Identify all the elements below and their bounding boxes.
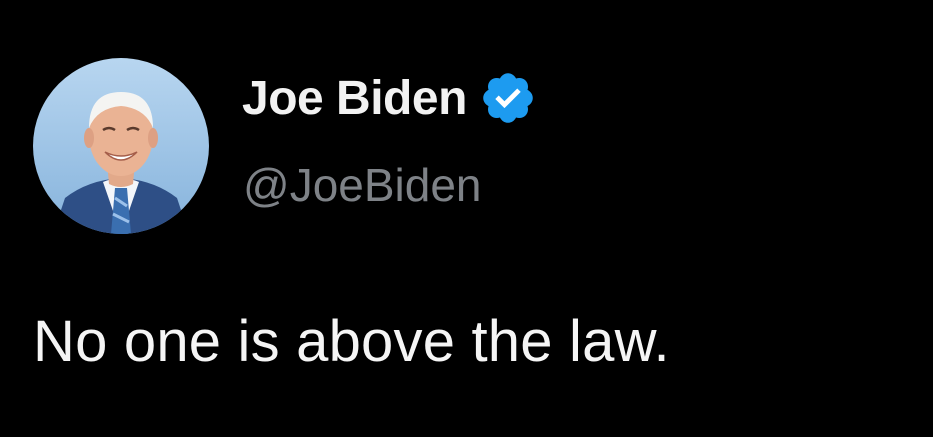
avatar[interactable] xyxy=(33,58,209,234)
tweet-card: Joe Biden @JoeBiden No one is above the … xyxy=(0,0,933,437)
verified-badge-icon xyxy=(479,69,537,127)
display-name[interactable]: Joe Biden xyxy=(242,71,467,126)
user-handle[interactable]: @JoeBiden xyxy=(243,158,482,212)
tweet-text: No one is above the law. xyxy=(33,309,670,374)
profile-photo-icon xyxy=(33,58,209,234)
author-name-row: Joe Biden xyxy=(242,66,537,130)
